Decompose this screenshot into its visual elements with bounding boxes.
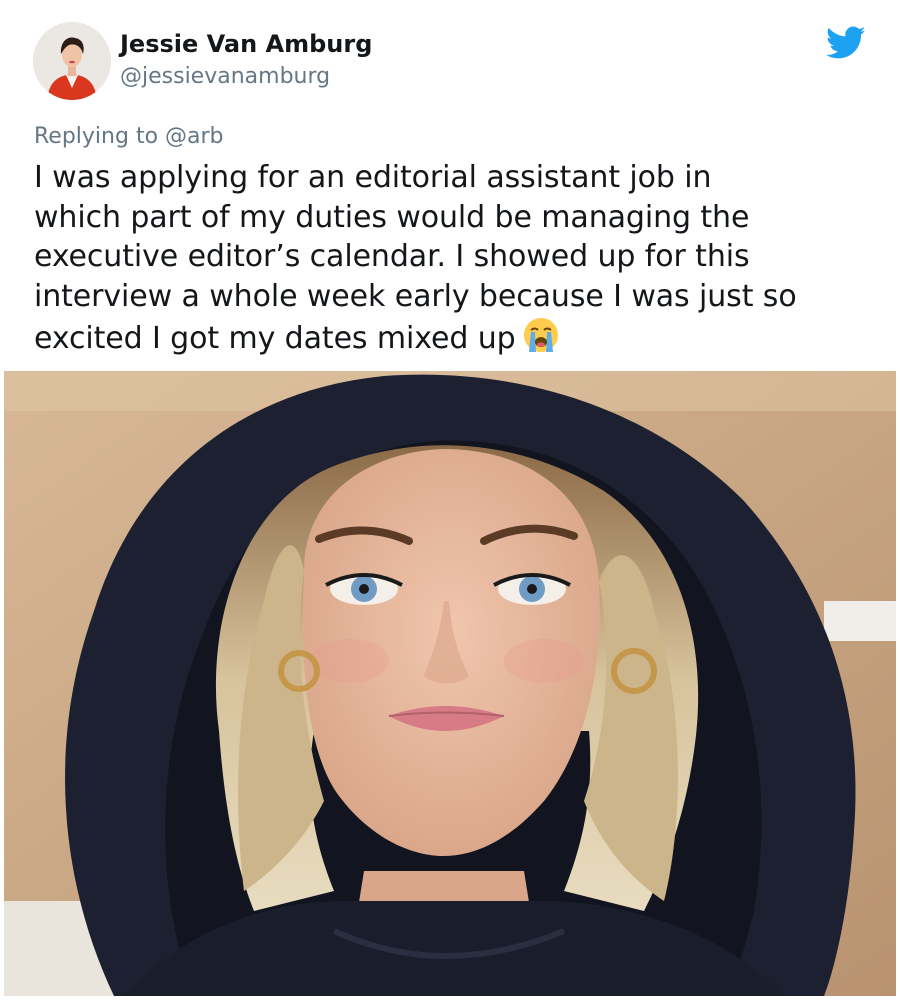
loudly-crying-face-icon	[522, 316, 560, 354]
twitter-bird-icon[interactable]	[825, 26, 866, 60]
author-display-name[interactable]: Jessie Van Amburg	[120, 30, 372, 58]
reply-context: Replying to @arb	[34, 124, 224, 149]
tweet-body: I was applying for an editorial assistan…	[34, 158, 884, 359]
tweet-text-line: which part of my duties would be managin…	[34, 199, 750, 235]
reply-prefix: Replying to	[34, 124, 166, 149]
author-avatar[interactable]	[33, 22, 111, 100]
tweet-media-photo[interactable]	[4, 371, 896, 996]
tweet-text-line: interview a whole week early because I w…	[34, 278, 797, 314]
tweet-text-line: executive editor’s calendar. I showed up…	[34, 239, 750, 274]
tweet-text-line: excited I got my dates mixed up	[34, 321, 516, 356]
tweet-text-line-last: excited I got my dates mixed up	[34, 316, 884, 359]
avatar-image	[33, 22, 111, 100]
tweet-card: Jessie Van Amburg @jessievanamburg Reply…	[0, 0, 900, 370]
selfie-photo	[4, 371, 896, 996]
reply-mention-link[interactable]: @arb	[165, 124, 224, 149]
tweet-text-line: I was applying for an editorial assistan…	[34, 160, 712, 195]
author-handle[interactable]: @jessievanamburg	[120, 64, 330, 89]
